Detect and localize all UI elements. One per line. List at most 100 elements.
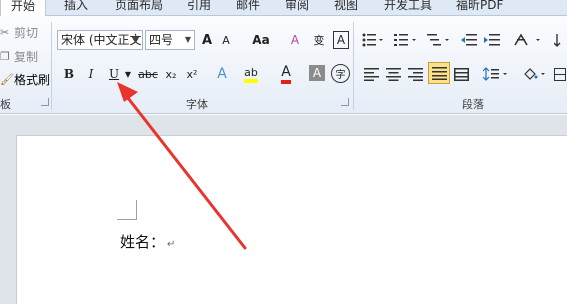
cut-button[interactable]: ✂ 剪切 (0, 24, 38, 41)
copy-button[interactable]: ❐ 复制 (0, 48, 38, 65)
decrease-indent-button[interactable] (460, 29, 478, 51)
underline-dropdown[interactable]: ▼ (123, 63, 133, 85)
tab-review[interactable]: 审阅 (285, 0, 309, 13)
document-page[interactable]: 姓名： ↵ (16, 135, 567, 304)
format-painter-icon: 🖌 (0, 72, 14, 86)
bullet-list-icon (362, 33, 383, 47)
group-separator (353, 22, 354, 110)
tab-developer[interactable]: 开发工具 (384, 0, 432, 13)
increase-indent-icon (484, 34, 500, 46)
strikethrough-icon: abc (138, 67, 158, 81)
chinese-layout-button[interactable] (513, 29, 543, 51)
char-border-icon: A (336, 33, 346, 47)
italic-button[interactable]: I (83, 63, 99, 85)
change-case-icon: Aa (252, 33, 270, 47)
font-launcher[interactable] (341, 98, 349, 106)
sort-button[interactable] (553, 29, 567, 51)
superscript-button[interactable]: x² (183, 63, 201, 85)
char-shading-button[interactable]: A (309, 65, 325, 81)
enclose-char-button[interactable]: 字 (331, 64, 350, 83)
enclose-char-icon: 字 (335, 70, 346, 81)
clipboard-launcher[interactable] (41, 98, 49, 106)
phonetic-guide-button[interactable]: 变 (310, 29, 328, 51)
multilevel-list-button[interactable] (425, 29, 453, 51)
format-painter-label: 格式刷 (14, 73, 51, 87)
copy-icon: ❐ (0, 49, 10, 63)
bold-icon: B (63, 67, 75, 81)
ribbon-tabs: 开始 插入 页面布局 引用 邮件 审阅 视图 开发工具 福昕PDF (0, 0, 567, 16)
tab-mailings[interactable]: 邮件 (236, 0, 260, 13)
subscript-icon: x₂ (165, 67, 177, 81)
document-workspace: 姓名： ↵ (0, 115, 567, 304)
char-border-button[interactable]: A (333, 31, 349, 49)
highlight-icon: ab (244, 66, 258, 83)
paragraph-mark-icon: ↵ (167, 239, 176, 250)
multilevel-list-icon (427, 34, 449, 46)
justify-icon (431, 66, 447, 80)
text-effect-button[interactable]: A (213, 63, 231, 85)
superscript-icon: x² (186, 67, 198, 81)
tab-references[interactable]: 引用 (187, 0, 211, 13)
copy-label: 复制 (14, 50, 39, 64)
underline-button[interactable]: U (105, 63, 123, 85)
bullets-button[interactable] (360, 29, 386, 51)
align-center-button[interactable] (384, 63, 402, 85)
distributed-icon (453, 67, 469, 81)
clear-format-button[interactable]: A (286, 29, 304, 51)
highlight-button[interactable]: ab (240, 63, 262, 85)
increase-indent-button[interactable] (483, 29, 501, 51)
text-effect-icon: A (217, 66, 227, 82)
tab-page-layout[interactable]: 页面布局 (115, 0, 163, 13)
char-shading-icon: A (312, 66, 322, 80)
shrink-font-button[interactable]: A (218, 29, 234, 51)
tab-home[interactable]: 开始 (0, 0, 47, 16)
line-spacing-button[interactable] (482, 63, 510, 85)
numbered-list-icon (394, 34, 416, 46)
align-left-button[interactable] (362, 63, 380, 85)
distributed-button[interactable] (452, 63, 470, 85)
ribbon-home: ✂ 剪切 ❐ 复制 🖌 格式刷 板 宋体 (中文正文 ▼ 四号 ▼ A A Aa… (0, 16, 567, 114)
underline-icon: U (108, 67, 120, 81)
margin-corner-mark (117, 200, 137, 220)
chinese-layout-icon (514, 33, 540, 46)
tab-view[interactable]: 视图 (334, 0, 358, 13)
border-icon (554, 67, 566, 81)
grow-font-icon: A (201, 32, 213, 48)
font-color-icon: A (281, 64, 291, 84)
tab-insert[interactable]: 插入 (64, 0, 88, 13)
paragraph-group-label: 段落 (462, 98, 484, 111)
align-right-button[interactable] (406, 63, 424, 85)
font-color-button[interactable]: A (278, 63, 294, 85)
group-separator (51, 22, 52, 110)
align-right-icon (407, 67, 423, 81)
clear-format-icon: A (290, 33, 300, 47)
tab-foxit-pdf[interactable]: 福昕PDF (456, 0, 503, 13)
font-size-combo[interactable]: 四号 ▼ (145, 30, 195, 50)
subscript-button[interactable]: x₂ (162, 63, 180, 85)
border-button[interactable] (553, 63, 567, 85)
justify-button[interactable] (428, 62, 450, 84)
bold-button[interactable]: B (61, 63, 77, 85)
shading-button[interactable] (521, 63, 549, 85)
line-spacing-icon (483, 67, 507, 81)
grow-font-button[interactable]: A (199, 29, 215, 51)
cut-label: 剪切 (14, 26, 39, 40)
font-name-value: 宋体 (中文正文 (61, 33, 142, 47)
change-case-button[interactable]: Aa (248, 29, 274, 51)
chevron-down-icon: ▼ (132, 35, 139, 44)
decrease-indent-icon (461, 34, 477, 46)
scissors-icon: ✂ (0, 25, 10, 39)
format-painter-button[interactable]: 🖌 格式刷 (0, 71, 50, 88)
font-group-label: 字体 (186, 98, 208, 111)
chevron-down-icon: ▼ (124, 69, 132, 79)
italic-icon: I (88, 67, 94, 81)
sort-icon (554, 34, 561, 47)
align-center-icon (385, 67, 401, 81)
font-name-combo[interactable]: 宋体 (中文正文 ▼ (57, 30, 143, 50)
name-field-label: 姓名： (120, 233, 166, 251)
document-text-line[interactable]: 姓名： ↵ (120, 231, 175, 252)
numbering-button[interactable] (392, 29, 420, 51)
font-size-value: 四号 (149, 33, 174, 47)
paint-bucket-icon (524, 68, 545, 80)
strikethrough-button[interactable]: abc (137, 63, 159, 85)
